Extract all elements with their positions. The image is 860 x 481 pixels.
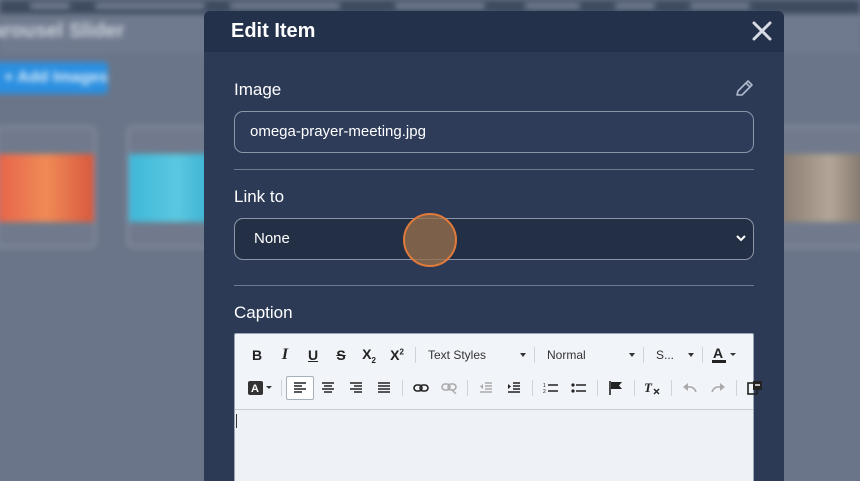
toolbar-separator (643, 347, 644, 363)
caret-down-icon (520, 353, 526, 357)
image-filename-field[interactable]: omega-prayer-meeting.jpg (234, 111, 754, 153)
close-icon[interactable] (750, 19, 774, 43)
text-color-icon[interactable]: A (707, 343, 741, 367)
align-left-icon[interactable] (286, 376, 314, 400)
text-cursor (236, 414, 237, 428)
undo-icon[interactable] (676, 376, 704, 400)
text-styles-dropdown[interactable]: Text Styles (420, 343, 530, 367)
svg-text:2: 2 (543, 389, 546, 394)
background-color-icon[interactable]: A (243, 376, 277, 400)
outdent-icon[interactable] (472, 376, 500, 400)
click-indicator (403, 213, 457, 267)
divider (234, 285, 754, 286)
toolbar-separator (671, 380, 672, 396)
dialog-title: Edit Item (231, 20, 316, 42)
toolbar-separator (467, 380, 468, 396)
format-label: Normal (547, 348, 586, 362)
unlink-icon[interactable] (435, 376, 463, 400)
source-code-icon[interactable] (741, 376, 769, 400)
caret-down-icon (629, 353, 635, 357)
bulleted-list-icon[interactable] (565, 376, 593, 400)
caption-label: Caption (234, 303, 293, 322)
image-label: Image (234, 80, 282, 99)
svg-text:A: A (251, 383, 259, 395)
numbered-list-icon[interactable]: 12 (537, 376, 565, 400)
flag-icon[interactable] (602, 376, 630, 400)
strikethrough-icon[interactable]: S (327, 343, 355, 367)
caption-content-area[interactable] (235, 409, 753, 481)
italic-icon[interactable]: I (271, 343, 299, 367)
link-to-select[interactable]: None (234, 218, 754, 260)
link-icon[interactable] (407, 376, 435, 400)
editor-toolbar-row-2: A 1 2 T (243, 375, 769, 401)
font-size-dropdown[interactable]: S... (648, 343, 698, 367)
font-size-label: S... (656, 348, 675, 362)
dialog-header: Edit Item (204, 11, 784, 52)
align-right-icon[interactable] (342, 376, 370, 400)
toolbar-separator (702, 347, 703, 363)
pencil-icon[interactable] (733, 78, 755, 100)
indent-icon[interactable] (500, 376, 528, 400)
format-dropdown[interactable]: Normal (539, 343, 639, 367)
redo-icon[interactable] (704, 376, 732, 400)
svg-text:A: A (713, 345, 723, 361)
link-to-label: Link to (234, 187, 285, 206)
caret-down-icon (688, 353, 694, 357)
add-images-button[interactable]: + Add Images (0, 62, 108, 94)
divider (234, 169, 754, 170)
toolbar-separator (534, 347, 535, 363)
toolbar-separator (402, 380, 403, 396)
edit-item-dialog: Edit Item Image omega-prayer-meeting.jpg… (204, 11, 784, 481)
text-styles-label: Text Styles (428, 348, 487, 362)
clear-formatting-icon[interactable]: T (639, 376, 667, 400)
toolbar-separator (281, 380, 282, 396)
superscript-icon[interactable]: X2 (383, 343, 411, 367)
bold-icon[interactable]: B (243, 343, 271, 367)
align-center-icon[interactable] (314, 376, 342, 400)
svg-text:T: T (644, 381, 653, 395)
subscript-icon[interactable]: X2 (355, 343, 383, 367)
toolbar-separator (415, 347, 416, 363)
toolbar-separator (634, 380, 635, 396)
caption-rich-text-editor: B I U S X2 X2 Text Styles Normal S... A (234, 333, 762, 481)
underline-icon[interactable]: U (299, 343, 327, 367)
toolbar-separator (532, 380, 533, 396)
link-to-selected-value: None (254, 230, 290, 247)
image-card[interactable] (0, 126, 96, 248)
toolbar-separator (597, 380, 598, 396)
editor-toolbar-row-1: B I U S X2 X2 Text Styles Normal S... A (243, 342, 741, 368)
toolbar-separator (736, 380, 737, 396)
chevron-down-icon (736, 235, 746, 242)
background-page-title: arousel Slider (0, 20, 125, 42)
justify-icon[interactable] (370, 376, 398, 400)
